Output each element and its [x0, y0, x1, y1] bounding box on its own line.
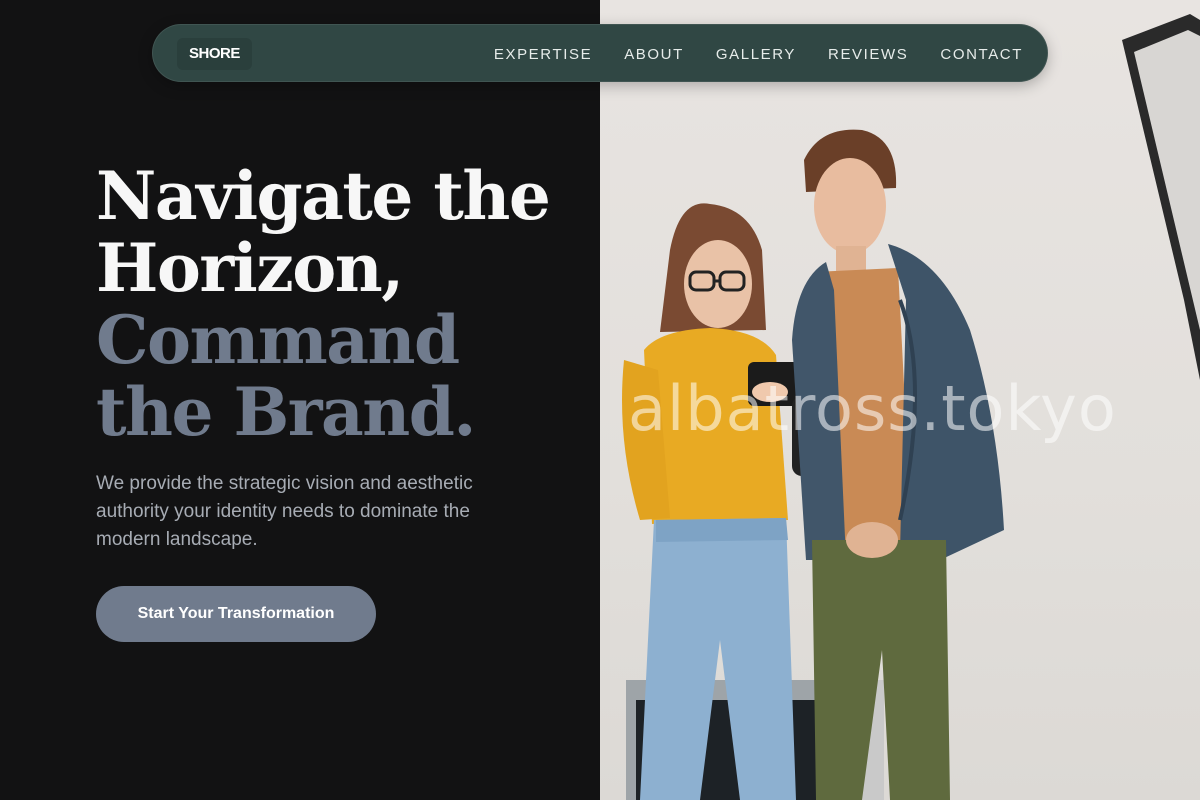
nav-item-about[interactable]: ABOUT [624, 46, 684, 63]
nav-item-reviews[interactable]: REVIEWS [828, 46, 908, 63]
nav-links: EXPERTISE ABOUT GALLERY REVIEWS CONTACT [494, 25, 1023, 83]
top-navbar: SHORE EXPERTISE ABOUT GALLERY REVIEWS CO… [152, 24, 1048, 82]
man-figure [792, 129, 1004, 800]
headline-line-4: the Brand. [96, 373, 476, 451]
headline-line-2: Horizon, [96, 229, 404, 307]
hero-headline: Navigate the Horizon, Command the Brand. [96, 157, 551, 451]
nav-item-expertise[interactable]: EXPERTISE [494, 46, 592, 63]
woman-figure [622, 203, 796, 800]
headline-line-3: Command [96, 301, 460, 379]
start-transformation-button[interactable]: Start Your Transformation [96, 586, 376, 642]
headline-line-1: Navigate the [96, 157, 551, 235]
nav-item-contact[interactable]: CONTACT [940, 46, 1023, 63]
watermark-text: albatross.tokyo [628, 372, 1117, 445]
hero-subtext: We provide the strategic vision and aest… [96, 473, 473, 550]
nav-item-gallery[interactable]: GALLERY [716, 46, 796, 63]
brand-logo[interactable]: SHORE [177, 38, 252, 70]
